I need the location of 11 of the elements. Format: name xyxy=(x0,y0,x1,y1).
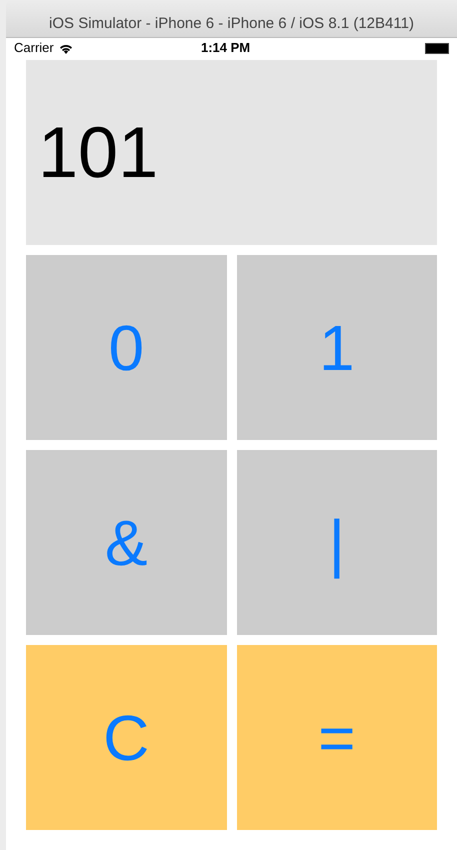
calculator-key[interactable]: 1 xyxy=(236,255,437,440)
wifi-icon xyxy=(58,42,73,54)
action-key[interactable]: = xyxy=(236,645,437,830)
calculator-key[interactable]: & xyxy=(26,450,226,635)
action-key[interactable]: C xyxy=(26,645,226,830)
battery-icon xyxy=(425,42,449,54)
carrier-label: Carrier xyxy=(14,39,54,58)
time-label: 1:14 PM xyxy=(201,39,250,58)
result-display: 101 xyxy=(26,60,437,245)
calculator-key[interactable]: 0 xyxy=(26,255,226,440)
calculator-key[interactable]: | xyxy=(236,450,437,635)
